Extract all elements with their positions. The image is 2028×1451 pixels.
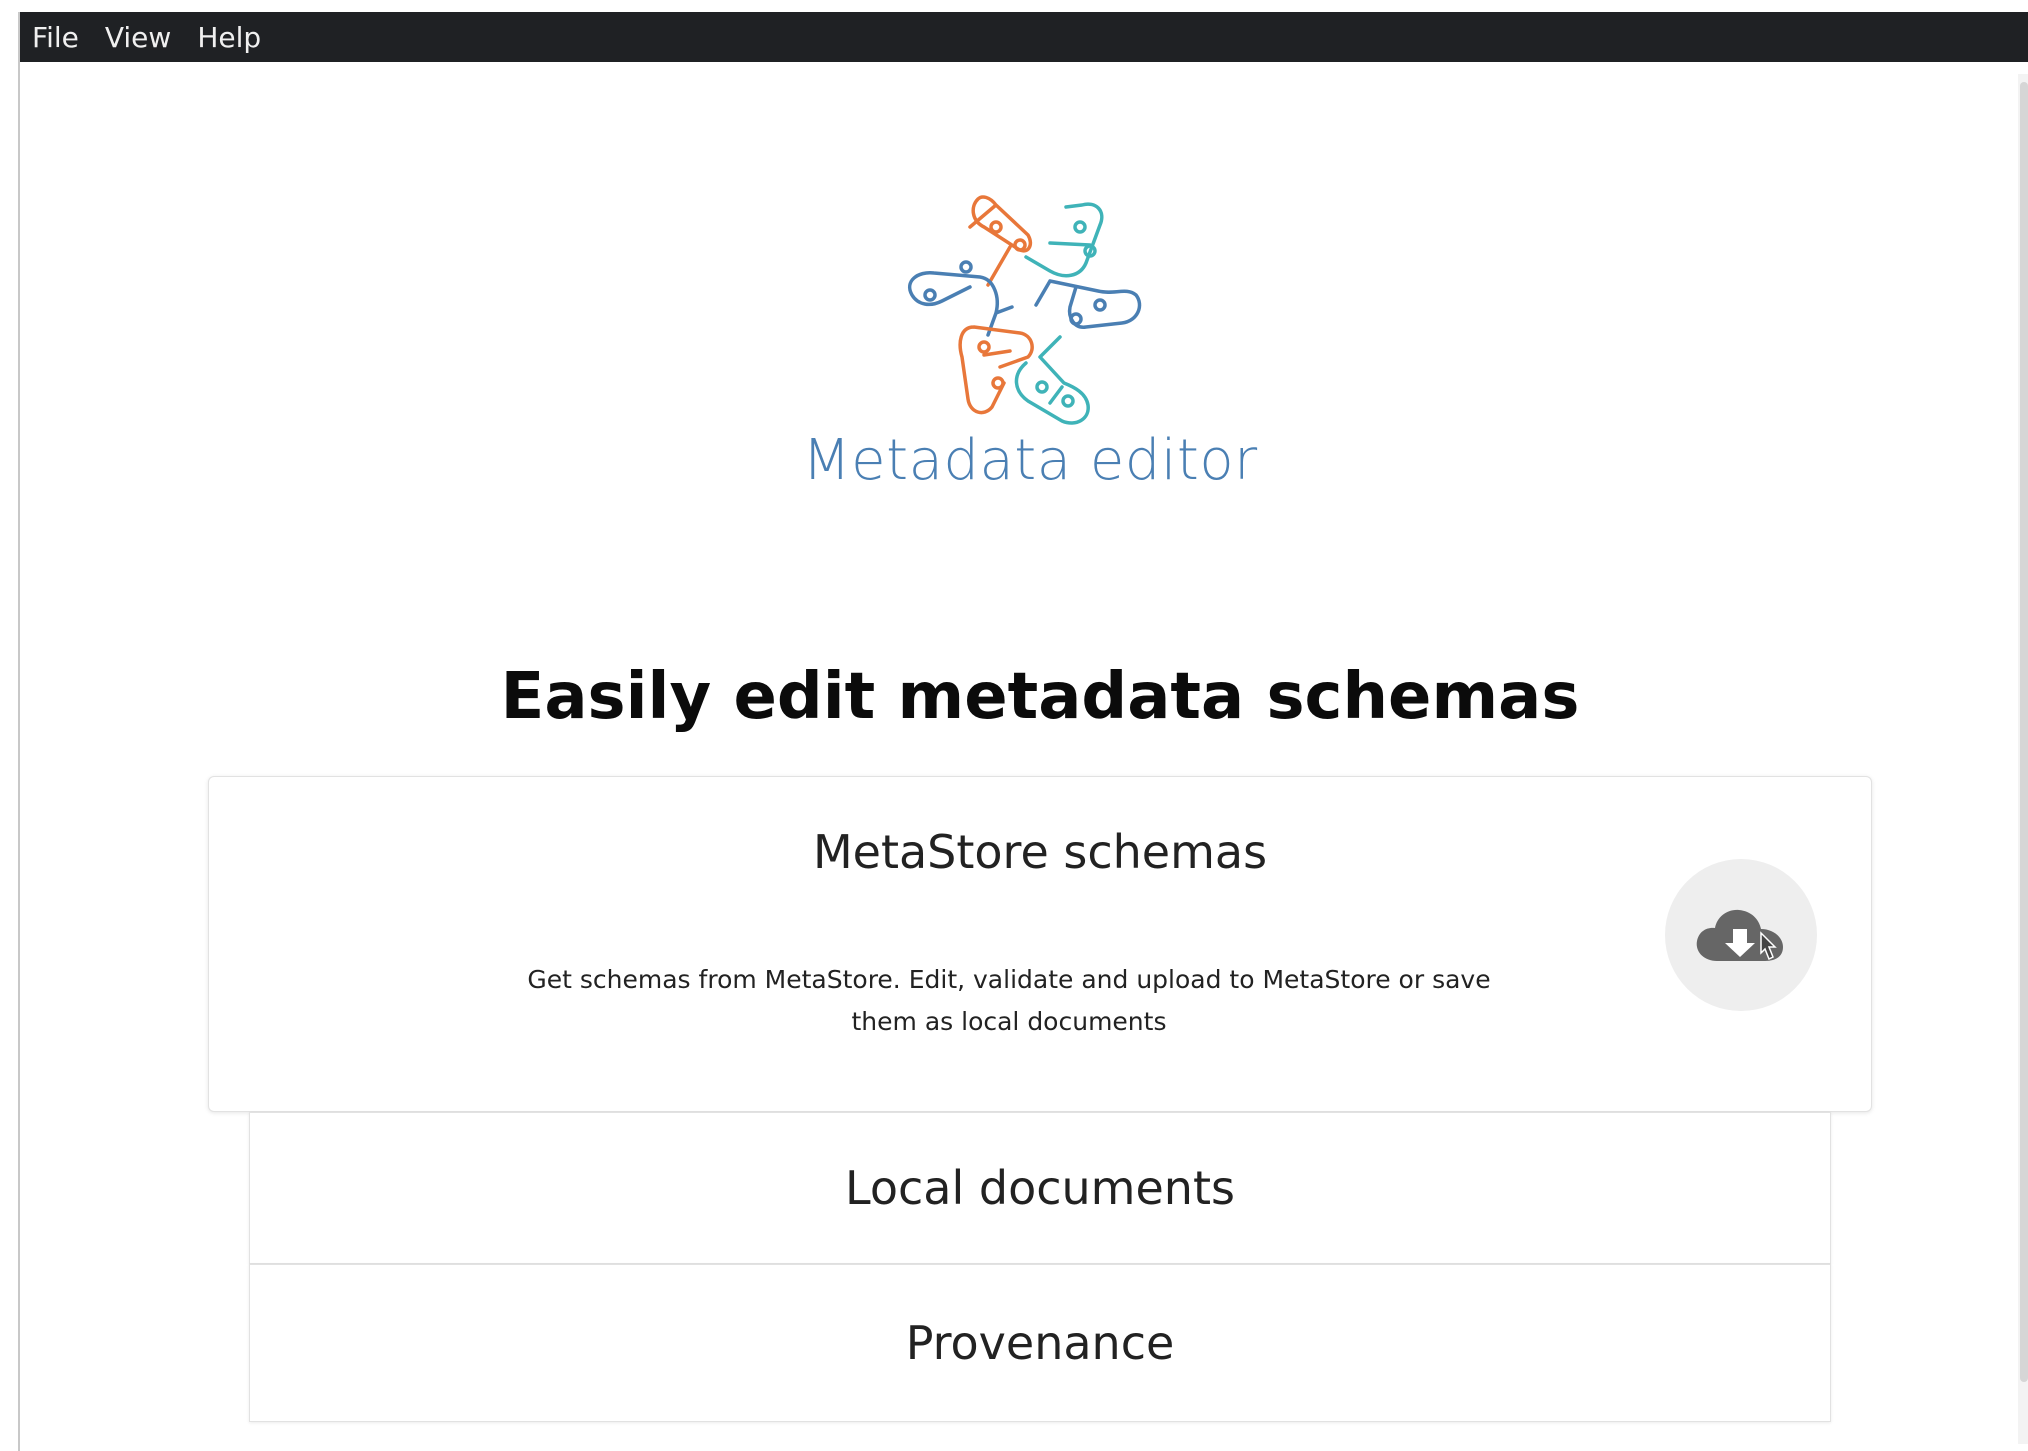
menu-help[interactable]: Help (197, 21, 261, 54)
page-headline: Easily edit metadata schemas (500, 660, 1580, 734)
logo-text: Metadata editor (802, 428, 1258, 493)
logo-node (923, 288, 937, 302)
logo-shape-blue-left (908, 271, 1014, 337)
logo-node (989, 220, 1003, 234)
menu-bar: File View Help (20, 12, 2028, 62)
logo-node (1073, 220, 1087, 234)
menu-file[interactable]: File (32, 21, 79, 54)
logo-node (1093, 298, 1107, 312)
logo-node (1069, 312, 1083, 326)
scrollbar-thumb[interactable] (2020, 82, 2028, 1382)
metastore-schemas-card[interactable]: MetaStore schemas Get schemas from MetaS… (208, 776, 1872, 1112)
provenance-title: Provenance (905, 1316, 1175, 1370)
metastore-download-button[interactable] (1665, 859, 1817, 1011)
logo-node (991, 376, 1005, 390)
app-window: File View Help Metadata editor Easily ed… (18, 12, 2028, 1451)
logo-node (959, 260, 973, 274)
cloud-download-icon (1696, 909, 1783, 961)
logo-node (1035, 380, 1049, 394)
vertical-scrollbar[interactable] (2018, 74, 2028, 1444)
metastore-card-title: MetaStore schemas (812, 825, 1268, 879)
local-documents-title: Local documents (845, 1161, 1235, 1215)
logo-node (1061, 394, 1075, 408)
menu-view[interactable]: View (105, 21, 171, 54)
metadata-editor-logo (908, 195, 1142, 425)
local-documents-card[interactable]: Local documents (249, 1112, 1831, 1264)
metastore-card-description: Get schemas from MetaStore. Edit, valida… (527, 965, 1491, 1036)
logo-shape-teal-top (1024, 202, 1104, 278)
logo-shape-teal-bottom (1014, 335, 1090, 425)
logo-node (977, 340, 991, 354)
logo-node (1013, 238, 1027, 252)
provenance-card[interactable]: Provenance (249, 1264, 1831, 1422)
logo-shape-blue-right (1034, 279, 1142, 329)
